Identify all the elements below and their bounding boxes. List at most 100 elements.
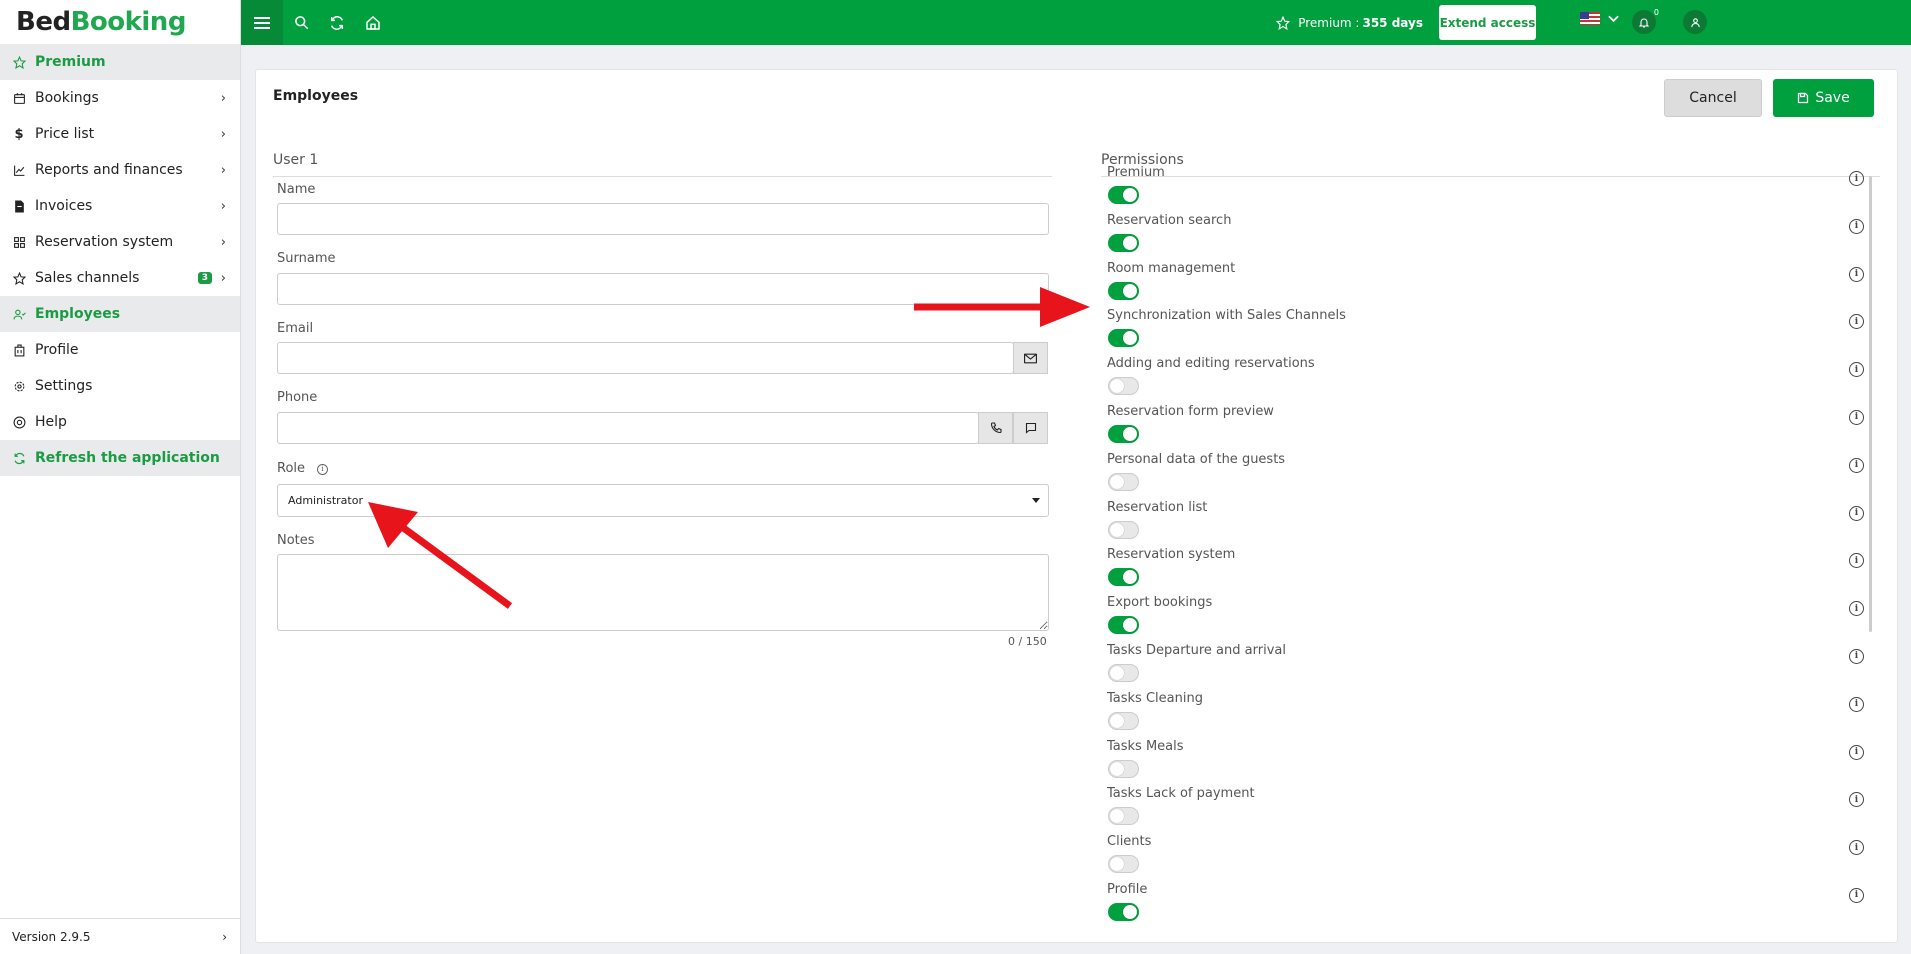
permission-toggle[interactable] (1108, 472, 1139, 491)
permission-toggle[interactable] (1108, 329, 1139, 348)
permission-label: Premium (1107, 165, 1165, 180)
sidebar-item-profile[interactable]: Profile (0, 332, 240, 368)
permission-toggle[interactable] (1108, 377, 1139, 396)
info-icon[interactable]: i (1849, 218, 1864, 234)
info-icon[interactable]: i (1849, 601, 1864, 617)
info-icon[interactable]: i (1849, 553, 1864, 569)
home-button[interactable] (355, 0, 391, 45)
info-icon[interactable]: i (1849, 457, 1864, 473)
role-select[interactable]: Administrator (277, 484, 1049, 517)
phone-icon (990, 422, 1002, 434)
sidebar-item-reservation-system[interactable]: Reservation system › (0, 224, 240, 260)
info-icon[interactable]: i (1849, 696, 1864, 712)
sidebar-item-settings[interactable]: Settings (0, 368, 240, 404)
permission-toggle[interactable] (1108, 520, 1139, 539)
permission-toggle[interactable] (1108, 186, 1139, 204)
chevron-right-icon: › (220, 126, 226, 142)
surname-input[interactable] (277, 273, 1049, 305)
info-icon[interactable]: i (317, 463, 329, 475)
permission-toggle[interactable] (1108, 711, 1139, 730)
save-button[interactable]: Save (1773, 79, 1874, 117)
info-icon[interactable]: i (1849, 266, 1864, 282)
users-icon (12, 307, 26, 321)
sidebar-item-price-list[interactable]: $ Price list › (0, 116, 240, 152)
gear-icon (12, 379, 26, 393)
refresh-icon (12, 451, 26, 465)
permission-row: Personal data of the guests i (1105, 452, 1877, 500)
envelope-icon (1024, 353, 1037, 363)
permission-toggle[interactable] (1108, 759, 1139, 778)
sidebar-item-sales-channels[interactable]: Sales channels 3 › (0, 260, 240, 296)
sidebar-item-bookings[interactable]: Bookings › (0, 80, 240, 116)
info-icon[interactable]: i (1849, 792, 1864, 808)
chevron-down-icon (1608, 15, 1619, 22)
permission-label: Reservation search (1107, 212, 1232, 228)
permission-toggle[interactable] (1108, 281, 1139, 300)
sidebar-item-premium[interactable]: Premium (0, 44, 240, 80)
info-icon[interactable]: i (1849, 887, 1864, 903)
permission-toggle[interactable] (1108, 233, 1139, 252)
permissions-scrollbar[interactable] (1869, 176, 1872, 632)
permission-toggle[interactable] (1108, 568, 1139, 587)
permission-toggle[interactable] (1108, 424, 1139, 443)
sidebar-item-employees[interactable]: Employees (0, 296, 240, 332)
version-info[interactable]: Version 2.9.5 › (0, 918, 241, 954)
info-icon[interactable]: i (1849, 648, 1864, 664)
menu-button[interactable] (241, 0, 283, 45)
refresh-button[interactable] (319, 0, 355, 45)
permission-row: Clients i (1105, 834, 1877, 882)
extend-access-button[interactable]: Extend access (1439, 5, 1536, 40)
user-menu-button[interactable] (1683, 10, 1707, 34)
app-logo[interactable]: Bed Booking (0, 0, 240, 44)
permission-label: Reservation system (1107, 547, 1236, 563)
permission-toggle[interactable] (1108, 663, 1139, 682)
send-email-button[interactable] (1013, 342, 1048, 374)
info-icon[interactable]: i (1849, 171, 1864, 186)
chevron-right-icon: › (220, 198, 226, 214)
permission-toggle[interactable] (1108, 855, 1139, 874)
sidebar-item-help[interactable]: Help (0, 404, 240, 440)
role-label-text: Role (277, 461, 306, 476)
info-icon[interactable]: i (1849, 840, 1864, 856)
sidebar-item-label: Invoices (35, 198, 93, 214)
chevron-right-icon: › (220, 90, 226, 106)
permission-label: Personal data of the guests (1107, 451, 1286, 467)
chart-icon (12, 163, 26, 177)
caret-down-icon (1032, 498, 1040, 503)
permission-toggle[interactable] (1108, 902, 1139, 921)
notifications-button[interactable]: 0 (1632, 8, 1659, 34)
info-icon[interactable]: i (1849, 409, 1864, 425)
permission-label: Adding and editing reservations (1107, 356, 1315, 372)
name-label: Name (277, 182, 316, 197)
cancel-button[interactable]: Cancel (1664, 79, 1762, 117)
name-input[interactable] (277, 203, 1049, 235)
permission-label: Room management (1107, 260, 1236, 276)
search-button[interactable] (283, 0, 319, 45)
permission-row: Adding and editing reservations i (1105, 356, 1877, 404)
sidebar-item-invoices[interactable]: Invoices › (0, 188, 240, 224)
permission-toggle[interactable] (1108, 807, 1139, 826)
info-icon[interactable]: i (1849, 744, 1864, 760)
call-button[interactable] (978, 412, 1013, 444)
permission-toggle[interactable] (1108, 616, 1139, 635)
calendar-icon (12, 91, 26, 105)
star-icon (1276, 15, 1291, 30)
permission-label: Reservation form preview (1107, 403, 1274, 419)
sidebar-item-label: Refresh the application (35, 450, 220, 466)
us-flag-icon (1580, 12, 1600, 25)
notes-textarea[interactable] (277, 554, 1049, 631)
user-icon (1690, 17, 1700, 27)
info-icon[interactable]: i (1849, 362, 1864, 378)
info-icon[interactable]: i (1849, 314, 1864, 330)
permission-row: Export bookings i (1105, 595, 1877, 643)
phone-input[interactable] (277, 412, 979, 444)
permission-row: Synchronization with Sales Channels i (1105, 308, 1877, 356)
email-input[interactable] (277, 342, 1014, 374)
sidebar-item-label: Help (35, 414, 67, 430)
permission-row: Tasks Lack of payment i (1105, 786, 1877, 834)
info-icon[interactable]: i (1849, 505, 1864, 521)
sms-button[interactable] (1013, 412, 1048, 444)
language-selector[interactable] (1580, 12, 1619, 25)
sidebar-item-reports[interactable]: Reports and finances › (0, 152, 240, 188)
sidebar-item-refresh[interactable]: Refresh the application (0, 440, 240, 476)
